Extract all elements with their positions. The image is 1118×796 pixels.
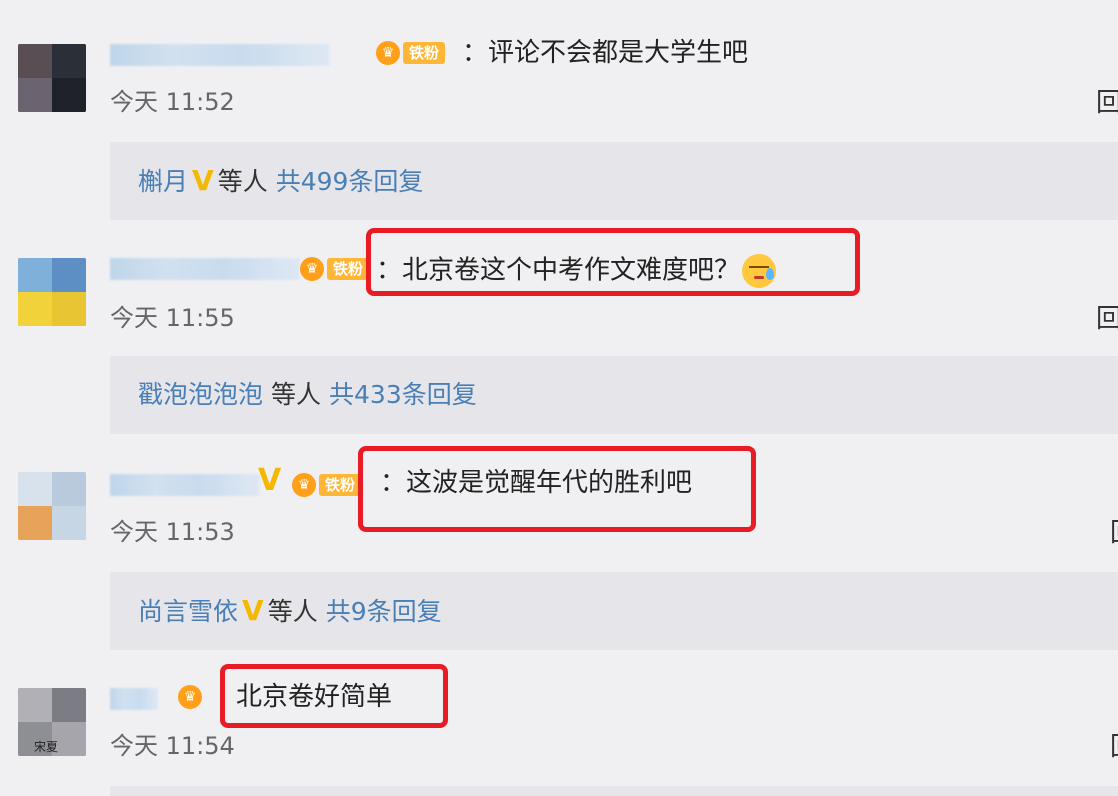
replies-summary[interactable]: 尚言雪依 V 等人 共9条回复 [110, 572, 1118, 650]
highlight-box [220, 664, 448, 728]
reply-count-link[interactable]: 共499条回复 [276, 167, 424, 196]
replies-line: 戳泡泡泡泡 等人 共433条回复 [138, 380, 477, 410]
reply-button[interactable]: 回 [1096, 88, 1118, 118]
reply-button[interactable]: 回 [1110, 732, 1118, 762]
crown-icon: ♛ [300, 257, 324, 281]
username-blurred[interactable] [110, 44, 330, 66]
reply-etc: 等人 [217, 167, 268, 196]
highlight-box [366, 228, 860, 296]
reply-count-link[interactable]: 共9条回复 [326, 597, 442, 626]
verified-icon: V [258, 463, 282, 498]
reply-button[interactable]: 回 [1096, 304, 1118, 334]
reply-user-link[interactable]: 槲月 [138, 167, 188, 196]
comment-feed: ♛ 铁粉 ：评论不会都是大学生吧 今天 11:52 回 槲月 V 等人 共499条回复… [0, 0, 1118, 796]
reply-etc: 等人 [271, 380, 322, 409]
username-blurred[interactable] [110, 688, 158, 710]
reply-etc: 等人 [267, 597, 318, 626]
crown-icon: ♛ [376, 41, 400, 65]
fan-badge: ♛ [178, 684, 210, 710]
replies-summary[interactable]: 戳泡泡泡泡 等人 共433条回复 [110, 356, 1118, 434]
avatar[interactable]: 宋夏 [18, 688, 86, 756]
avatar-caption: 宋夏 [34, 740, 59, 754]
fan-badge: ♛ 铁粉 [376, 40, 456, 66]
verified-icon: V [242, 594, 264, 627]
badge-label: 铁粉 [327, 258, 370, 280]
comment-time: 今天 11:55 [110, 304, 235, 332]
avatar[interactable] [18, 44, 86, 112]
comment-time: 今天 11:52 [110, 88, 235, 116]
comment-time: 今天 11:54 [110, 732, 235, 760]
reply-user-link[interactable]: 尚言雪依 [138, 597, 238, 626]
replies-summary-partial [110, 786, 1118, 796]
reply-button[interactable]: 回 [1110, 518, 1118, 548]
replies-line: 尚言雪依 V 等人 共9条回复 [138, 596, 442, 627]
verified-icon: V [192, 164, 214, 197]
reply-user-link[interactable]: 戳泡泡泡泡 [138, 380, 263, 409]
avatar[interactable] [18, 258, 86, 326]
crown-icon: ♛ [292, 473, 316, 497]
reply-count-link[interactable]: 共433条回复 [329, 380, 477, 409]
crown-icon: ♛ [178, 685, 202, 709]
username-blurred[interactable] [110, 474, 260, 496]
avatar[interactable] [18, 472, 86, 540]
comment-time: 今天 11:53 [110, 518, 235, 546]
replies-line: 槲月 V 等人 共499条回复 [138, 166, 423, 197]
highlight-box [358, 446, 756, 532]
badge-label: 铁粉 [403, 42, 446, 64]
badge-label: 铁粉 [319, 474, 362, 496]
replies-summary[interactable]: 槲月 V 等人 共499条回复 [110, 142, 1118, 220]
username-blurred[interactable] [110, 258, 300, 280]
comment-text: ：评论不会都是大学生吧 [462, 38, 749, 68]
